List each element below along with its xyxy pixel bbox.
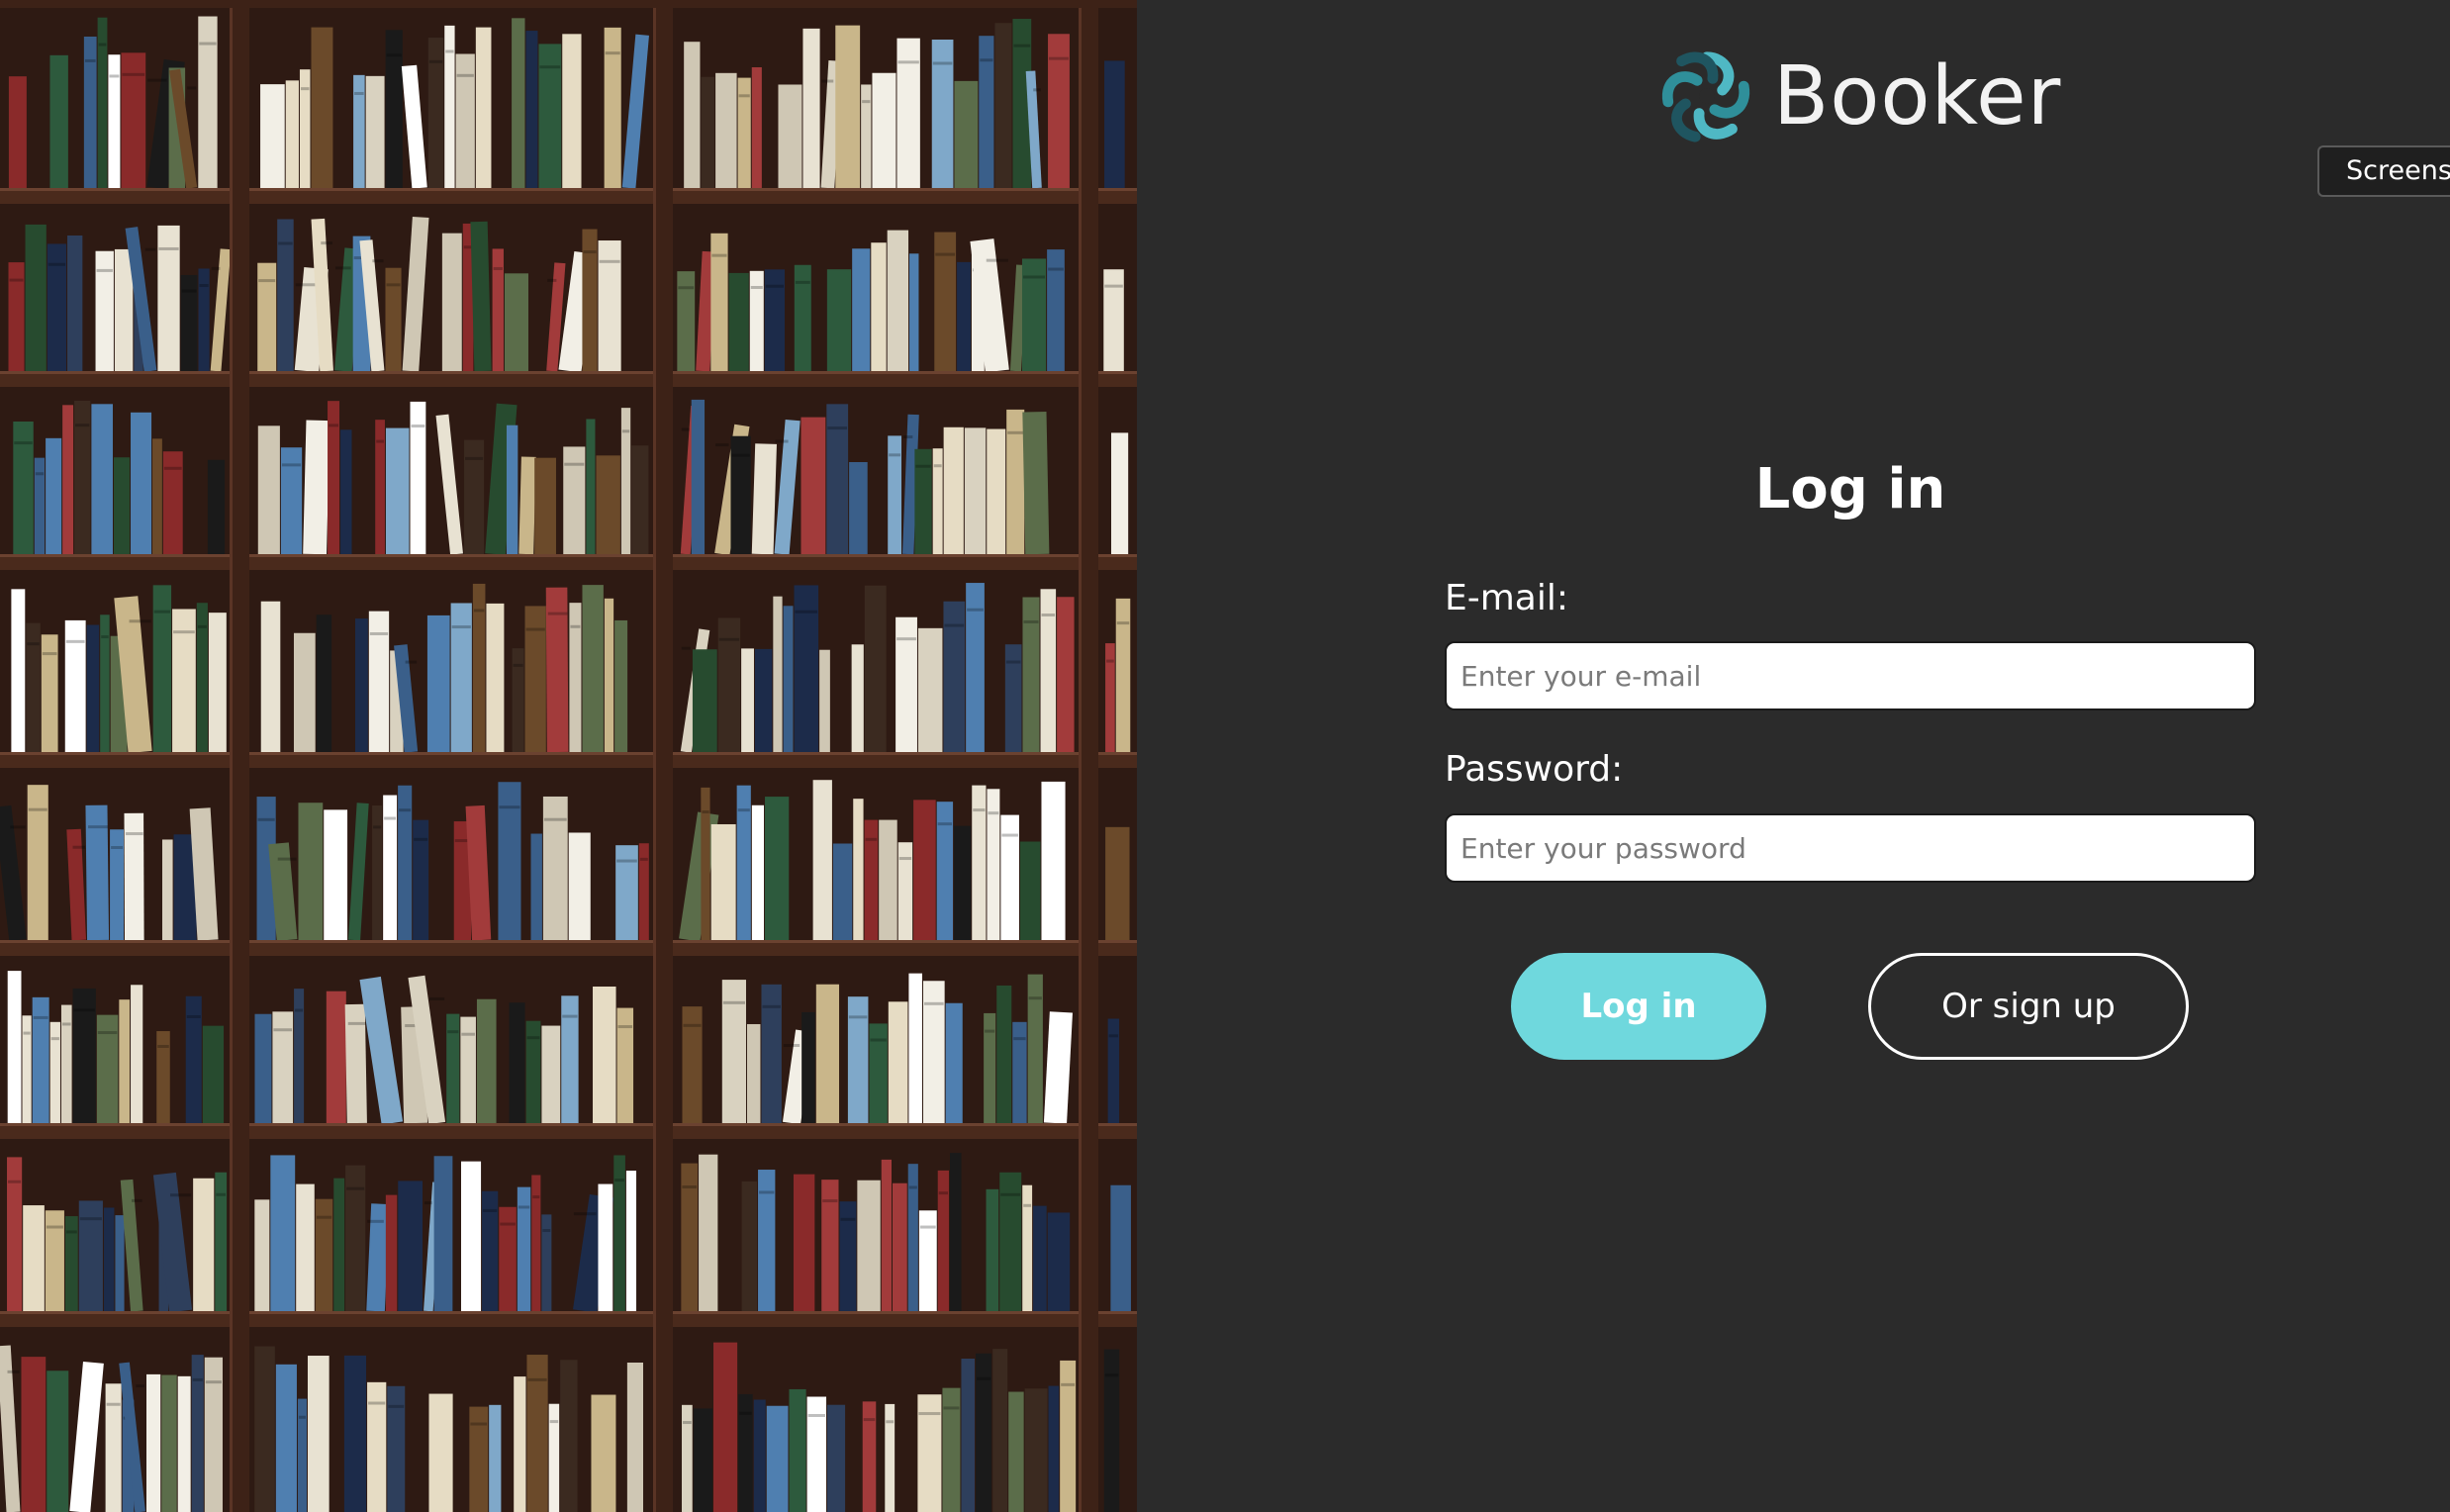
login-button[interactable]: Log in (1511, 953, 1766, 1060)
login-panel (1137, 0, 2450, 1512)
bookshelf-background-image (0, 0, 1137, 1512)
screenshot-tab[interactable]: Screens (2317, 145, 2450, 197)
knot-logo-icon (1661, 51, 1750, 142)
email-label: E-mail: (1445, 578, 1568, 618)
bookshelf-illustration (0, 0, 1137, 1512)
login-page: Booker Screens Log in E-mail: Password: … (0, 0, 2450, 1512)
signup-button[interactable]: Or sign up (1868, 953, 2189, 1060)
password-label: Password: (1445, 749, 1624, 790)
email-field[interactable] (1445, 641, 2256, 710)
page-title: Log in (1754, 457, 1946, 521)
brand-name: Booker (1773, 48, 2062, 143)
brand-header: Booker (1658, 42, 2061, 150)
password-field[interactable] (1445, 813, 2256, 883)
